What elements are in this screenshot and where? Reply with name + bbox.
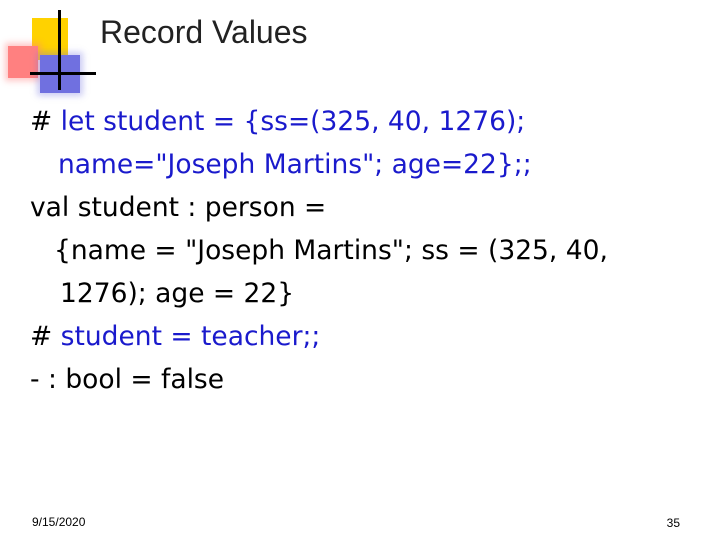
- footer-page-number: 35: [666, 516, 680, 530]
- prompt-symbol: #: [30, 106, 53, 137]
- slide: Record Values # let student = {ss=(325, …: [0, 0, 720, 540]
- slide-title: Record Values: [100, 14, 308, 50]
- code-line-4: {name = "Joseph Martins"; ss = (325, 40,: [30, 229, 700, 272]
- output-text: - : bool = false: [30, 364, 225, 395]
- footer-date: 9/15/2020: [32, 515, 86, 529]
- output-text: 1276); age = 22}: [60, 278, 295, 309]
- code-line-1: # let student = {ss=(325, 40, 1276);: [30, 100, 700, 143]
- command-text: name="Joseph Martins"; age=22};;: [58, 149, 532, 180]
- code-line-7: - : bool = false: [30, 358, 700, 401]
- logo-horizontal-line: [30, 72, 96, 75]
- prompt-symbol: #: [30, 321, 53, 352]
- code-line-6: # student = teacher;;: [30, 315, 700, 358]
- slide-logo: [0, 0, 110, 100]
- slide-content: # let student = {ss=(325, 40, 1276); nam…: [30, 100, 700, 401]
- code-line-2: name="Joseph Martins"; age=22};;: [30, 143, 700, 186]
- code-line-3: val student : person =: [30, 186, 700, 229]
- output-text: val student : person =: [30, 192, 327, 223]
- code-line-5: 1276); age = 22}: [30, 272, 700, 315]
- logo-vertical-line: [58, 10, 61, 90]
- command-text: student = teacher;;: [60, 321, 321, 352]
- command-text: let student = {ss=(325, 40, 1276);: [60, 106, 526, 137]
- output-text: {name = "Joseph Martins"; ss = (325, 40,: [54, 235, 608, 266]
